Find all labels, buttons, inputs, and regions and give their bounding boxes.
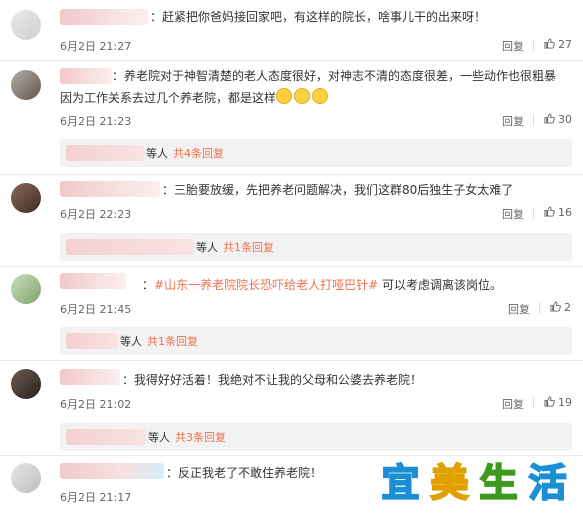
comment-text: ：养老院对于神智清楚的老人态度很好，对神志不清的态度很差，一些动作也很粗暴	[112, 69, 557, 83]
replies-count[interactable]: 共1条回复	[147, 333, 198, 349]
smile-emoji-icon	[312, 88, 329, 104]
like-count: 2	[564, 301, 571, 314]
replies-who: 等人	[148, 431, 170, 444]
reply-button[interactable]: 回复	[502, 38, 524, 54]
like-count: 30	[558, 113, 572, 126]
comment-text: ：三胎要放缓，先把养老问题解决，我们这群80后独生子女太难了	[162, 183, 514, 197]
username[interactable]	[60, 181, 160, 197]
replies-summary[interactable]: 等人 共1条回复	[60, 233, 572, 261]
replies-count[interactable]: 共4条回复	[173, 145, 224, 161]
logo-char: 美	[429, 460, 469, 506]
comment-prefix: ：	[142, 278, 155, 292]
avatar[interactable]	[11, 183, 41, 213]
like-button[interactable]: 16	[544, 206, 572, 219]
comment-text: ：赶紧把你爸妈接回家吧，有这样的院长，啥事儿干的出来呀！	[150, 10, 487, 24]
comment-time: 6月2日 21:02	[60, 398, 132, 411]
divider	[533, 207, 534, 219]
avatar[interactable]	[11, 70, 41, 100]
reply-usernames	[66, 333, 118, 349]
comment-text: ：#山东一养老院院长恐吓给老人打哑巴针# 可以考虑调离该岗位。	[142, 275, 502, 295]
reply-usernames	[66, 145, 144, 161]
comment-time: 6月2日 21:27	[60, 40, 132, 53]
replies-who: 等人	[120, 335, 142, 348]
like-button[interactable]: 19	[544, 396, 572, 409]
like-button[interactable]: 30	[544, 113, 572, 126]
reply-button[interactable]: 回复	[508, 301, 530, 317]
thumbs-up-icon	[544, 396, 555, 407]
divider	[533, 39, 534, 51]
watermark-logo: 宜 美 生 活	[377, 455, 577, 507]
username[interactable]	[60, 68, 112, 84]
comment-text: 因为工作关系去过几个养老院，都是这样	[60, 91, 277, 105]
smile-emoji-icon	[294, 88, 311, 104]
thumbs-up-icon	[544, 206, 555, 217]
username[interactable]	[60, 9, 148, 25]
divider	[533, 397, 534, 409]
divider	[539, 302, 540, 314]
comment-text-line2: 因为工作关系去过几个养老院，都是这样	[60, 88, 330, 108]
logo-char: 活	[527, 460, 567, 506]
comment-suffix: 可以考虑调离该岗位。	[378, 278, 502, 292]
divider	[0, 60, 583, 61]
reply-usernames	[66, 429, 146, 445]
comment-time: 6月2日 22:23	[60, 208, 132, 221]
reply-usernames	[66, 239, 194, 255]
replies-summary[interactable]: 等人 共3条回复	[60, 423, 572, 451]
divider	[0, 360, 583, 361]
smile-emoji-icon	[276, 88, 293, 104]
replies-who: 等人	[146, 147, 168, 160]
thumbs-up-icon	[550, 301, 561, 312]
comment-text: ：反正我老了不敢住养老院！	[166, 466, 323, 480]
divider	[533, 114, 534, 126]
username[interactable]	[60, 463, 164, 479]
username[interactable]	[60, 369, 120, 385]
like-count: 16	[558, 206, 572, 219]
comment-time: 6月2日 21:23	[60, 115, 132, 128]
avatar[interactable]	[11, 10, 41, 40]
like-button[interactable]: 27	[544, 38, 572, 51]
like-count: 19	[558, 396, 572, 409]
thumbs-up-icon	[544, 113, 555, 124]
reply-button[interactable]: 回复	[502, 396, 524, 412]
divider	[0, 266, 583, 267]
logo-char: 宜	[380, 460, 420, 506]
avatar[interactable]	[11, 369, 41, 399]
reply-button[interactable]: 回复	[502, 206, 524, 222]
comment-text: ：我得好好活着！我绝对不让我的父母和公婆去养老院！	[122, 373, 423, 387]
divider	[0, 174, 583, 175]
comment-time: 6月2日 21:45	[60, 303, 132, 316]
thumbs-up-icon	[544, 38, 555, 49]
like-count: 27	[558, 38, 572, 51]
like-button[interactable]: 2	[550, 301, 571, 314]
replies-who: 等人	[196, 241, 218, 254]
hashtag-link[interactable]: #山东一养老院院长恐吓给老人打哑巴针#	[154, 278, 378, 292]
replies-summary[interactable]: 等人 共4条回复	[60, 139, 572, 167]
replies-count[interactable]: 共1条回复	[223, 239, 274, 255]
logo-char: 生	[478, 460, 518, 506]
comment-time: 6月2日 21:17	[60, 491, 132, 504]
replies-count[interactable]: 共3条回复	[175, 429, 226, 445]
avatar[interactable]	[11, 274, 41, 304]
reply-button[interactable]: 回复	[502, 113, 524, 129]
username[interactable]	[60, 273, 126, 289]
replies-summary[interactable]: 等人 共1条回复	[60, 327, 572, 355]
avatar[interactable]	[11, 463, 41, 493]
